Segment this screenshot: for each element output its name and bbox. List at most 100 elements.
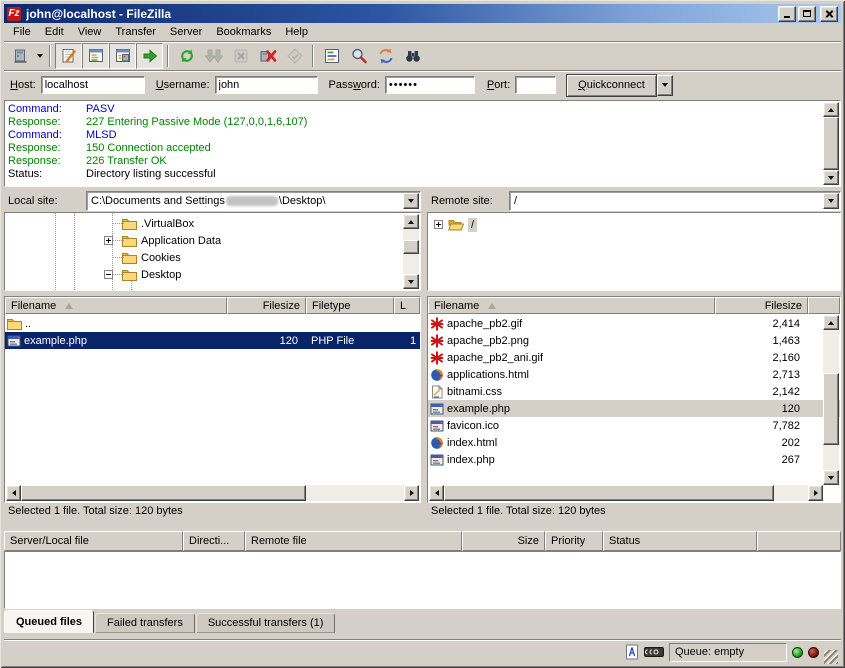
tree-item-application-data[interactable]: Application Data	[5, 232, 402, 249]
port-input[interactable]	[515, 76, 556, 94]
site-manager-dropdown[interactable]	[34, 44, 45, 68]
toggle-remote-tree-button[interactable]	[109, 43, 136, 69]
filter-listings-button[interactable]	[318, 43, 345, 69]
password-input[interactable]	[385, 76, 475, 94]
scroll-thumb[interactable]	[823, 373, 839, 445]
scroll-thumb[interactable]	[21, 485, 306, 501]
file-row-example-php[interactable]: example.php 120	[428, 400, 840, 417]
file-row[interactable]: apache_pb2.gif 2,414	[428, 315, 840, 332]
file-row-parent-dir[interactable]: ..	[5, 315, 420, 332]
scroll-left-button[interactable]	[429, 485, 444, 501]
disconnect-button[interactable]	[254, 43, 281, 69]
tab-failed-transfers[interactable]: Failed transfers	[95, 613, 195, 633]
scroll-left-button[interactable]	[6, 485, 21, 501]
menu-item-server[interactable]: Server	[163, 24, 209, 40]
speed-limit-icon[interactable]	[644, 646, 664, 658]
column-header-filesize[interactable]: Filesize	[715, 297, 808, 314]
remote-site-dropdown[interactable]	[823, 193, 839, 209]
remote-list-hscrollbar[interactable]	[429, 485, 823, 501]
local-tree-scrollbar[interactable]	[403, 214, 419, 289]
synchronized-browsing-button[interactable]	[372, 43, 399, 69]
scroll-thumb[interactable]	[444, 485, 774, 501]
scroll-down-button[interactable]	[823, 170, 839, 185]
apache-logo-icon	[430, 351, 444, 365]
collapse-icon[interactable]	[104, 270, 113, 279]
column-header-status[interactable]: Status	[603, 531, 757, 551]
remote-list-vscrollbar[interactable]	[823, 315, 839, 485]
toggle-message-log-button[interactable]	[55, 43, 82, 69]
menu-item-help[interactable]: Help	[278, 24, 315, 40]
menu-item-edit[interactable]: Edit	[38, 24, 71, 40]
cancel-operation-button[interactable]	[227, 43, 254, 69]
column-header-filename[interactable]: Filename	[5, 297, 227, 314]
column-header-filename[interactable]: Filename	[428, 297, 715, 314]
expand-icon[interactable]	[104, 236, 113, 245]
menu-item-transfer[interactable]: Transfer	[108, 24, 163, 40]
scroll-up-button[interactable]	[403, 214, 419, 229]
column-header-direction[interactable]: Directi...	[183, 531, 245, 551]
tree-item-desktop[interactable]: Desktop	[5, 266, 402, 283]
tree-item-cookies[interactable]: Cookies	[5, 249, 402, 266]
scroll-thumb[interactable]	[403, 240, 419, 254]
scroll-thumb[interactable]	[823, 117, 839, 170]
menu-item-view[interactable]: View	[71, 24, 109, 40]
remote-site-combobox[interactable]: /	[509, 191, 841, 211]
minimize-button[interactable]	[778, 6, 796, 22]
file-row[interactable]: apache_pb2_ani.gif 2,160	[428, 349, 840, 366]
column-header-last-modified[interactable]: L	[394, 297, 420, 314]
tab-successful-transfers[interactable]: Successful transfers (1)	[196, 613, 336, 633]
file-row[interactable]: favicon.ico 7,782	[428, 417, 840, 434]
column-header-remote-file[interactable]: Remote file	[245, 531, 462, 551]
column-header-filetype[interactable]: Filetype	[306, 297, 394, 314]
column-header-size[interactable]: Size	[462, 531, 545, 551]
tree-item-virtualbox[interactable]: .VirtualBox	[5, 215, 402, 232]
remote-directory-tree[interactable]: /	[427, 212, 841, 291]
scroll-right-button[interactable]	[404, 485, 419, 501]
toggle-transfer-queue-button[interactable]	[136, 43, 163, 69]
reconnect-button[interactable]	[281, 43, 308, 69]
tab-queued-files[interactable]: Queued files	[4, 610, 94, 633]
compare-directories-button[interactable]	[345, 43, 372, 69]
maximize-button[interactable]	[798, 6, 816, 22]
username-input[interactable]	[215, 76, 318, 94]
message-log[interactable]: Command:PASV Response:227 Entering Passi…	[4, 100, 841, 187]
quickconnect-button[interactable]: Quickconnect	[566, 74, 657, 97]
local-site-combobox[interactable]: C:\Documents and Settings\Desktop\	[86, 191, 421, 211]
quickconnect-dropdown[interactable]	[657, 75, 673, 96]
title-bar[interactable]: Fz john@localhost - FileZilla	[4, 4, 841, 23]
local-list-hscrollbar[interactable]	[6, 485, 419, 501]
menu-item-file[interactable]: File	[6, 24, 38, 40]
file-row-example-php[interactable]: example.php 120 PHP File 1	[5, 332, 420, 349]
file-row[interactable]: applications.html 2,713	[428, 366, 840, 383]
find-files-button[interactable]	[399, 43, 426, 69]
log-scrollbar[interactable]	[823, 102, 839, 185]
tree-item-root[interactable]: /	[428, 216, 822, 233]
file-row[interactable]: index.html 202	[428, 434, 840, 451]
refresh-button[interactable]	[173, 43, 200, 69]
file-row[interactable]: bitnami.css 2,142	[428, 383, 840, 400]
host-input[interactable]	[41, 76, 145, 94]
file-row[interactable]: index.php 267	[428, 451, 840, 468]
scroll-down-button[interactable]	[403, 274, 419, 289]
column-header-filesize[interactable]: Filesize	[227, 297, 306, 314]
file-row[interactable]: apache_pb2.png 1,463	[428, 332, 840, 349]
remote-file-list[interactable]: Filename Filesize apache_pb2.gif 2,414 a…	[427, 296, 841, 503]
menu-item-bookmarks[interactable]: Bookmarks	[209, 24, 278, 40]
scroll-right-button[interactable]	[808, 485, 823, 501]
scroll-up-button[interactable]	[823, 315, 839, 330]
resize-grip[interactable]	[824, 650, 838, 664]
site-manager-button[interactable]	[7, 43, 34, 69]
local-site-dropdown[interactable]	[403, 193, 419, 209]
local-file-list[interactable]: Filename Filesize Filetype L .. example.…	[4, 296, 421, 503]
local-site-bar: Local site: C:\Documents and Settings\De…	[4, 191, 421, 211]
toggle-local-tree-button[interactable]	[82, 43, 109, 69]
column-header-server-local-file[interactable]: Server/Local file	[4, 531, 183, 551]
local-directory-tree[interactable]: .VirtualBox Application Data Cookies Des…	[4, 212, 421, 291]
queue-list[interactable]	[4, 551, 841, 609]
scroll-down-button[interactable]	[823, 470, 839, 485]
process-queue-button[interactable]	[200, 43, 227, 69]
close-button[interactable]	[820, 6, 838, 22]
scroll-up-button[interactable]	[823, 102, 839, 117]
column-header-priority[interactable]: Priority	[545, 531, 603, 551]
expand-icon[interactable]	[434, 220, 443, 229]
